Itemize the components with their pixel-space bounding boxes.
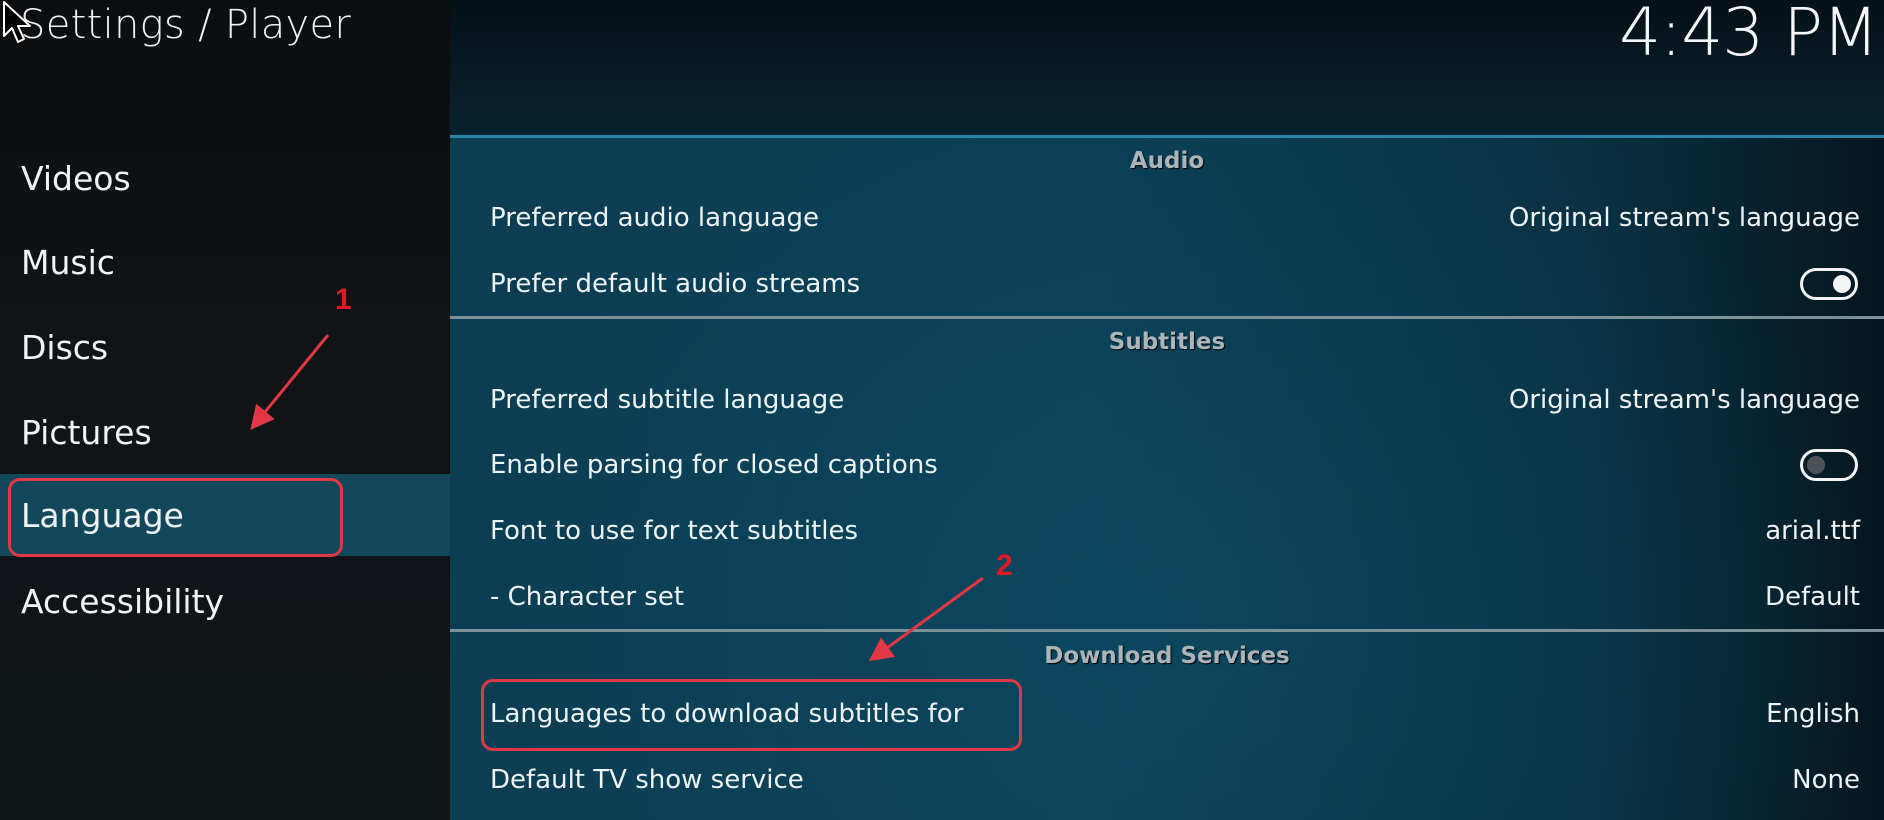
section-divider	[450, 316, 1884, 319]
header-divider	[450, 135, 1884, 138]
sidebar-item-label: Accessibility	[21, 581, 225, 621]
sidebar-item-pictures[interactable]: Pictures	[0, 391, 450, 473]
setting-value: Original stream's language	[1508, 385, 1860, 415]
section-header-audio: Audio	[1129, 148, 1205, 174]
section-header-download-services: Download Services	[1044, 643, 1290, 669]
sidebar: Settings / Player Videos Music Discs Pic…	[0, 0, 450, 820]
section-divider	[450, 629, 1884, 632]
setting-value: Original stream's language	[1508, 203, 1860, 233]
sidebar-item-label: Videos	[21, 158, 131, 198]
sidebar-item-label: Music	[21, 242, 115, 282]
setting-label: Preferred subtitle language	[490, 385, 845, 415]
sidebar-item-label: Discs	[21, 327, 109, 367]
setting-value: Default	[1765, 582, 1860, 612]
setting-default-tv-show-service[interactable]: Default TV show service None	[450, 750, 1884, 810]
clock: 4:43 PM	[1619, 0, 1879, 71]
sidebar-item-videos[interactable]: Videos	[0, 137, 450, 219]
setting-character-set[interactable]: - Character set Default	[450, 567, 1884, 627]
section-header-subtitles: Subtitles	[1108, 329, 1226, 355]
setting-subtitle-download-languages[interactable]: Languages to download subtitles for Engl…	[450, 684, 1884, 744]
sidebar-item-label: Language	[21, 495, 184, 535]
toggle-switch-off[interactable]	[1800, 449, 1858, 481]
setting-label: Preferred audio language	[490, 203, 819, 233]
setting-prefer-default-audio-streams[interactable]: Prefer default audio streams	[450, 254, 1884, 314]
setting-label: Enable parsing for closed captions	[490, 450, 938, 480]
setting-label: Default TV show service	[490, 765, 804, 795]
toggle-switch-on[interactable]	[1800, 268, 1858, 300]
page-title: Settings / Player	[20, 2, 352, 48]
settings-panel: 4:43 PM Audio Preferred audio language O…	[450, 0, 1884, 820]
setting-label: Languages to download subtitles for	[490, 699, 964, 729]
setting-value: arial.ttf	[1765, 516, 1860, 546]
setting-preferred-audio-language[interactable]: Preferred audio language Original stream…	[450, 188, 1884, 248]
sidebar-item-language[interactable]: Language	[0, 474, 450, 556]
mouse-cursor-icon	[3, 1, 31, 43]
setting-subtitle-font[interactable]: Font to use for text subtitles arial.ttf	[450, 501, 1884, 561]
setting-label: Font to use for text subtitles	[490, 516, 859, 546]
sidebar-item-label: Pictures	[21, 412, 152, 452]
annotation-marker-1: 1	[335, 283, 352, 316]
sidebar-item-music[interactable]: Music	[0, 221, 450, 303]
setting-value: English	[1766, 699, 1860, 729]
setting-preferred-subtitle-language[interactable]: Preferred subtitle language Original str…	[450, 370, 1884, 430]
toggle-knob	[1807, 456, 1825, 474]
sidebar-item-discs[interactable]: Discs	[0, 306, 450, 388]
toggle-knob	[1833, 275, 1851, 293]
setting-label: - Character set	[490, 582, 685, 612]
setting-value: None	[1792, 765, 1860, 795]
annotation-marker-2: 2	[996, 549, 1013, 582]
sidebar-item-accessibility[interactable]: Accessibility	[0, 560, 450, 642]
setting-enable-closed-captions[interactable]: Enable parsing for closed captions	[450, 435, 1884, 495]
setting-label: Prefer default audio streams	[490, 269, 861, 299]
